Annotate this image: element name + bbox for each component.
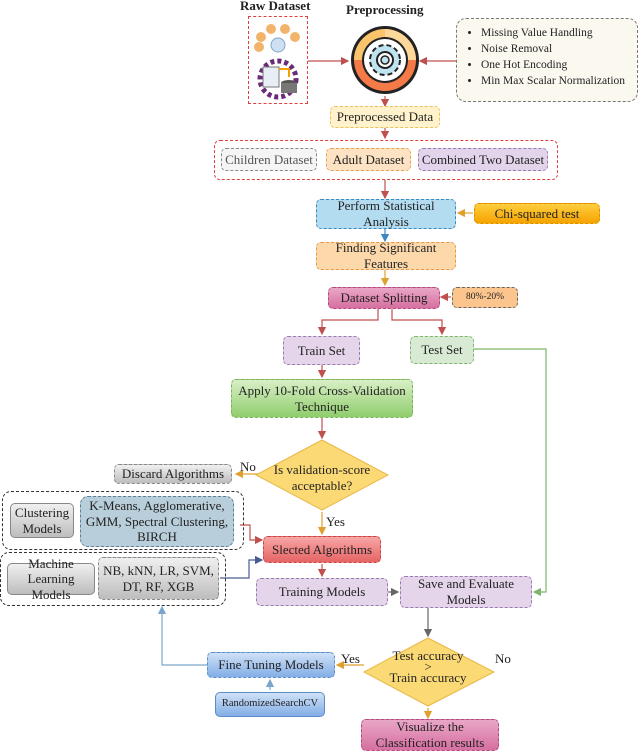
step-item: One Hot Encoding	[481, 57, 633, 73]
step-item: Noise Removal	[481, 41, 633, 57]
raw-dataset-box	[248, 16, 308, 104]
cross-validation-box: Apply 10-Fold Cross-Validation Technique	[231, 379, 413, 418]
clustering-models-list: K-Means, Agglomerative, GMM, Spectral Cl…	[80, 496, 234, 547]
connector-layer	[157, 56, 547, 720]
no-label-2: No	[495, 651, 511, 666]
chi-squared-box: Chi-squared test	[474, 203, 600, 224]
decision-line2: Train accuracy	[389, 670, 467, 686]
training-models-box: Training Models	[256, 578, 388, 606]
train-set-box: Train Set	[283, 336, 360, 365]
fine-tuning-box: Fine Tuning Models	[207, 652, 335, 678]
significant-features-box: Finding Significant Features	[316, 240, 456, 271]
randomized-search-box: RandomizedSearchCV	[215, 692, 325, 717]
no-label: No	[240, 459, 256, 474]
split-ratio-box: 80%-20%	[452, 287, 518, 308]
save-evaluate-box: Save and Evaluate Models	[400, 576, 532, 608]
ml-models-list: NB, kNN, LR, SVM, DT, RF, XGB	[98, 557, 219, 600]
combined-dataset-box: Combined Two Dataset	[418, 148, 548, 171]
yes-label-2: Yes	[341, 651, 360, 666]
visualize-results-box: Visualize the Classification results	[361, 719, 499, 751]
dataset-splitting-box: Dataset Splitting	[328, 287, 440, 309]
statistical-analysis-box: Perform Statistical Analysis	[316, 198, 456, 229]
preprocessing-steps-box: Missing Value Handling Noise Removal One…	[456, 18, 638, 102]
step-item: Missing Value Handling	[481, 25, 633, 41]
discard-algorithms-box: Discard Algorithms	[114, 464, 232, 484]
decision-accuracy-text: Test accuracy > Train accuracy	[376, 648, 480, 687]
test-set-box: Test Set	[410, 336, 474, 364]
preprocessing-title: Preprocessing	[346, 2, 424, 17]
children-dataset-box: Children Dataset	[221, 148, 317, 171]
decision-validation-text: Is validation-score acceptable?	[273, 462, 371, 494]
yes-label: Yes	[326, 514, 345, 529]
raw-dataset-title: Raw Dataset	[240, 0, 311, 13]
selected-algorithms-box: Slected Algorithms	[263, 536, 381, 563]
dataset-illustration-icon	[254, 24, 300, 100]
adult-dataset-box: Adult Dataset	[326, 148, 411, 171]
gear-icon	[349, 24, 421, 96]
step-item: Min Max Scalar Normalization	[481, 73, 633, 89]
ml-models-label: Machine Learning Models	[7, 556, 95, 602]
preprocessed-data-box: Preprocessed Data	[330, 106, 440, 128]
clustering-models-label: Clustering Models	[10, 503, 74, 538]
